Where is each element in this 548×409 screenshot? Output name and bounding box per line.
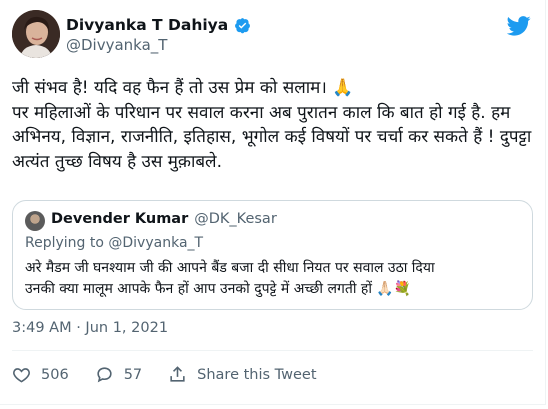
share-label: Share this Tweet (197, 366, 317, 383)
twitter-bird-icon[interactable] (507, 16, 531, 36)
reply-count: 57 (123, 366, 143, 383)
tweet-actions: 506 57 Share this Tweet (12, 365, 343, 384)
share-icon (170, 366, 185, 382)
quoted-author-row: Devender Kumar @DK_Kesar (51, 211, 277, 227)
like-count: 506 (41, 366, 69, 383)
tweet-timestamp[interactable]: 3:49 AM · Jun 1, 2021 (12, 320, 168, 336)
quoted-author-avatar (25, 211, 45, 231)
author-avatar[interactable] (12, 10, 60, 58)
replying-to-line: Replying to @Divyanka_T (25, 235, 203, 251)
quoted-tweet[interactable]: Devender Kumar @DK_Kesar Replying to @Di… (12, 200, 533, 310)
tweet-text: जी संभव है! यदि वह फैन हैं तो उस प्रेम क… (12, 78, 532, 172)
quoted-author-handle: @DK_Kesar (194, 211, 277, 227)
tweet-card: Divyanka T Dahiya @Divyanka_T जी संभव है… (0, 0, 546, 405)
share-button[interactable]: Share this Tweet (168, 365, 317, 384)
author-name-row: Divyanka T Dahiya (66, 14, 251, 36)
quoted-author-name: Devender Kumar (51, 211, 189, 227)
reply-bubble-icon (97, 367, 112, 383)
divider (12, 350, 533, 351)
replying-to-label: Replying to (25, 235, 104, 251)
author-name[interactable]: Divyanka T Dahiya (66, 16, 228, 34)
heart-icon (13, 368, 30, 383)
author-handle[interactable]: @Divyanka_T (66, 36, 167, 54)
quoted-tweet-text: अरे मैडम जी घनश्याम जी की आपने बैंड बजा … (25, 260, 435, 297)
verified-badge-icon (235, 17, 251, 33)
like-button[interactable]: 506 (12, 365, 69, 384)
reply-button[interactable]: 57 (95, 365, 142, 384)
replying-to-mention[interactable]: @Divyanka_T (108, 235, 203, 251)
